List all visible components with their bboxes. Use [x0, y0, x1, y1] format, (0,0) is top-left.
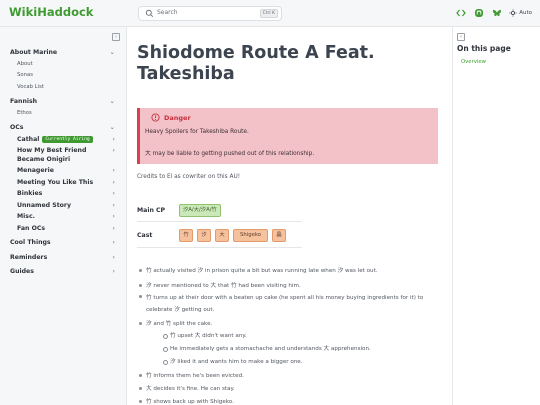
sidebar-item-unnamed-story[interactable]: Unnamed Story › — [0, 200, 127, 212]
danger-heading: Danger — [151, 113, 191, 122]
main-content: Shiodome Route A Feat. Takeshiba Danger … — [137, 27, 442, 405]
chevron-right-icon: › — [112, 238, 115, 246]
bluesky-icon[interactable] — [491, 7, 502, 18]
sidebar-item-menagerie[interactable]: Menagerie › — [0, 165, 127, 177]
table-of-contents: ‹ On this page Overview — [452, 27, 540, 405]
cast-tag: Shigeko — [233, 229, 268, 242]
sidebar-item-binkies[interactable]: Binkies › — [0, 188, 127, 200]
search-shortcut-badge: Ctrl K — [259, 9, 278, 18]
left-sidebar: ‹ About Marine ⌄ About Sonas Vocab List F… — [0, 27, 127, 405]
sidebar-subitem-ethos[interactable]: Ethos — [0, 108, 127, 120]
chevron-right-icon: › — [112, 146, 115, 154]
main-cp-label: Main CP — [137, 207, 166, 214]
sidebar-subitem-about[interactable]: About — [0, 59, 127, 71]
sub-list-item: 汐 liked it and wants him to make a bigge… — [163, 359, 303, 365]
cast-label: Cast — [137, 232, 153, 239]
sub-list-item: 竹 upset 大 didn't want any. — [163, 333, 247, 339]
alert-circle-icon — [151, 113, 160, 122]
list-item: 竹 shows back up with Shigeko. — [139, 399, 234, 405]
toc-title: On this page — [457, 44, 511, 53]
sidebar-nav: About Marine ⌄ About Sonas Vocab List Fan… — [0, 47, 127, 278]
sun-icon — [509, 8, 517, 17]
chevron-right-icon: › — [112, 267, 115, 275]
sidebar-item-reminders[interactable]: Reminders › — [0, 252, 127, 264]
sub-list-item: He immediately gets a stomachache and un… — [163, 346, 371, 352]
danger-text-2: 大 may be liable to getting pushed out of… — [145, 151, 315, 157]
search-placeholder: Search — [157, 9, 178, 16]
list-item: 汐 and 竹 split the cake. — [138, 321, 213, 327]
chevron-right-icon: › — [112, 252, 115, 261]
list-item: 大 decides it's fine. He can stay. — [139, 386, 235, 392]
cast-row: Cast 竹 汐 大 Shigeko 晶 — [137, 224, 302, 248]
search-box[interactable]: Search Ctrl K — [138, 6, 282, 21]
cast-tag: 竹 — [179, 229, 193, 242]
sidebar-item-ocs[interactable]: OCs ⌄ — [0, 122, 127, 134]
cast-tag: 晶 — [272, 229, 286, 242]
sidebar-item-about-marine[interactable]: About Marine ⌄ — [0, 47, 127, 59]
main-cp-tag: 汐A/大/汐A/竹 — [179, 204, 221, 217]
sidebar-item-cathal[interactable]: Cathal Currently Airing › — [0, 134, 127, 146]
chevron-right-icon: › — [112, 223, 115, 232]
chevron-down-icon: ⌄ — [109, 97, 115, 105]
cast-tag: 大 — [215, 229, 229, 242]
site-brand[interactable]: WikiHaddock — [9, 5, 93, 19]
chevron-right-icon: › — [112, 200, 115, 209]
sidebar-subitem-sonas[interactable]: Sonas — [0, 70, 127, 82]
chevron-down-icon: ⌄ — [109, 48, 115, 56]
top-header: WikiHaddock Search Ctrl K Auto — [0, 0, 540, 27]
list-item: 竹 actually visited 汐 in prison quite a b… — [139, 268, 378, 274]
sidebar-item-cool-things[interactable]: Cool Things › — [0, 237, 127, 249]
chevron-down-icon: ⌄ — [109, 123, 115, 131]
sidebar-item-fan-ocs[interactable]: Fan OCs › — [0, 223, 127, 235]
danger-text-1: Heavy Spoilers for Takeshiba Route. — [145, 129, 249, 135]
theme-label: Auto — [519, 9, 532, 16]
theme-toggle[interactable]: Auto — [509, 8, 532, 17]
currently-airing-badge: Currently Airing — [42, 135, 93, 143]
main-cp-row: Main CP 汐A/大/汐A/竹 — [137, 200, 302, 222]
mastodon-icon[interactable] — [473, 7, 484, 18]
cast-tag: 汐 — [197, 229, 211, 242]
toc-link-overview[interactable]: Overview — [461, 59, 486, 65]
danger-admonition: Danger Heavy Spoilers for Takeshiba Rout… — [137, 108, 438, 164]
chevron-right-icon: › — [112, 166, 115, 174]
list-item: 竹 informs them he's been evicted. — [139, 373, 244, 379]
code-icon[interactable] — [455, 7, 466, 18]
sidebar-item-guides[interactable]: Guides › — [0, 266, 127, 278]
sidebar-item-misc[interactable]: Misc. › — [0, 211, 127, 223]
credits-text: Credits to El as cowriter on this AU! — [137, 174, 241, 180]
header-actions: Auto — [455, 7, 532, 18]
chevron-right-icon: › — [112, 177, 115, 186]
sidebar-item-onigiri[interactable]: How My Best Friend Became Onigiri › — [0, 145, 127, 165]
page-title: Shiodome Route A Feat. Takeshiba — [137, 43, 375, 84]
chevron-right-icon: › — [112, 134, 115, 143]
sidebar-item-meeting-you[interactable]: Meeting You Like This › — [0, 177, 127, 189]
collapse-sidebar-button[interactable]: ‹ — [112, 33, 120, 41]
collapse-toc-button[interactable]: ‹ — [457, 33, 465, 41]
chevron-right-icon: › — [112, 212, 115, 220]
list-item: 汐 never mentioned to 大 that 竹 had been v… — [139, 283, 301, 289]
search-icon — [145, 9, 154, 18]
chevron-right-icon: › — [112, 189, 115, 197]
list-item: 竹 turns up at their door with a beaten u… — [139, 292, 436, 316]
sidebar-subitem-vocab-list[interactable]: Vocab List — [0, 82, 127, 94]
sidebar-item-fannish[interactable]: Fannish ⌄ — [0, 96, 127, 108]
